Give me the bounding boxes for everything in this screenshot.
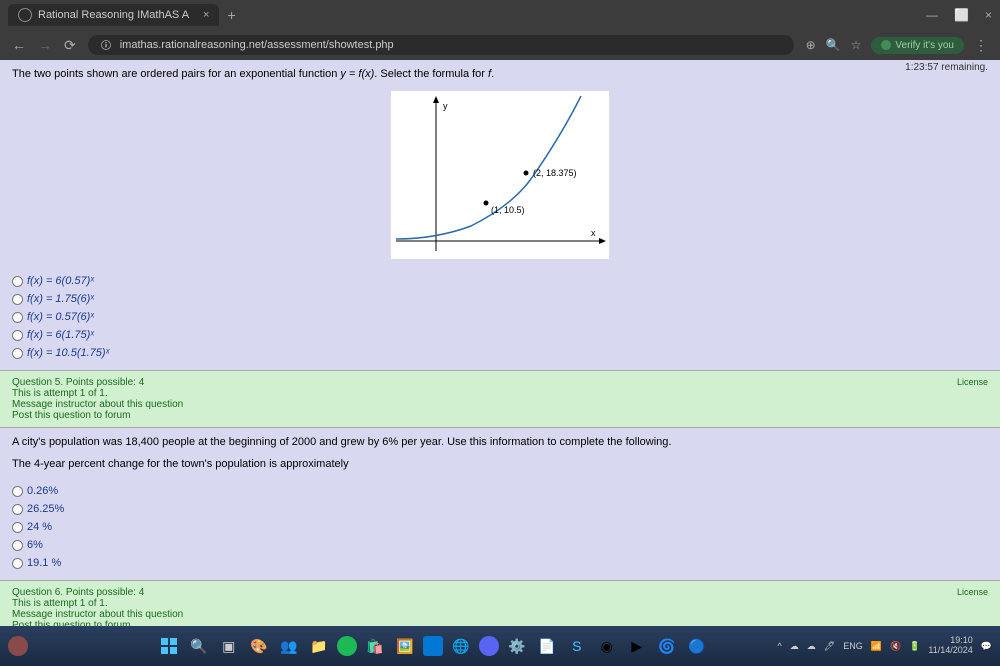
zoom-icon[interactable]: 🔍 [826, 38, 841, 52]
forward-button[interactable]: → [38, 37, 52, 53]
browser-menu-button[interactable]: ⋮ [974, 37, 988, 54]
window-close-button[interactable]: × [985, 8, 992, 22]
teams-icon[interactable]: 👥 [277, 634, 301, 658]
x-axis-label: x [591, 228, 596, 238]
q5-radio-5[interactable] [12, 558, 23, 569]
q4-radio-3[interactable] [12, 312, 23, 323]
q5-option-1[interactable]: 0.26% [12, 482, 988, 500]
app-icon-1[interactable] [423, 636, 443, 656]
q4-option-4[interactable]: f(x) = 6(1.75)ˣ [12, 326, 988, 344]
copilot-icon[interactable]: 🎨 [247, 634, 271, 658]
question-5-meta: License Question 5. Points possible: 4 T… [0, 370, 1000, 428]
q4-option-1[interactable]: f(x) = 6(0.57)ˣ [12, 272, 988, 290]
q4-option-3[interactable]: f(x) = 0.57(6)ˣ [12, 308, 988, 326]
notifications-icon[interactable]: 💬 [981, 641, 992, 652]
q5-attempt: This is attempt 1 of 1. [12, 388, 988, 399]
browser-tab[interactable]: Rational Reasoning IMathAS A × [8, 4, 219, 26]
app-icon-3[interactable]: S [565, 634, 589, 658]
question-5-options: 0.26% 26.25% 24 % 6% 19.1 % [12, 482, 988, 572]
chrome-icon[interactable]: 🌐 [449, 634, 473, 658]
edge-icon[interactable]: 🌀 [655, 634, 679, 658]
volume-icon[interactable]: 🔇 [890, 641, 901, 652]
exponential-graph: y x (2, 18.375) (1, 10.5) [390, 90, 610, 260]
app-icon-2[interactable]: 📄 [535, 634, 559, 658]
site-info-icon [100, 39, 112, 51]
verify-label: Verify it's you [895, 40, 954, 51]
q4-option-5[interactable]: f(x) = 10.5(1.75)ˣ [12, 344, 988, 362]
q5-radio-1[interactable] [12, 486, 23, 497]
verify-button[interactable]: Verify it's you [871, 37, 964, 54]
geforce-icon[interactable]: ▶ [625, 634, 649, 658]
explorer-icon[interactable]: 📁 [307, 634, 331, 658]
tab-favicon [18, 8, 32, 22]
new-tab-button[interactable]: + [227, 7, 235, 23]
tray-cloud-icon[interactable]: ☁ [807, 641, 816, 652]
q5-radio-4[interactable] [12, 540, 23, 551]
tab-close-button[interactable]: × [203, 9, 209, 21]
y-axis-label: y [443, 101, 448, 111]
battery-icon[interactable]: 🔋 [909, 641, 920, 652]
date-display: 11/14/2024 [928, 646, 972, 656]
start-indicator[interactable] [8, 636, 28, 656]
steam-icon[interactable]: ◉ [595, 634, 619, 658]
tab-title: Rational Reasoning IMathAS A [38, 9, 189, 21]
discord-icon[interactable] [479, 636, 499, 656]
q6-attempt: This is attempt 1 of 1. [12, 598, 988, 609]
windows-taskbar[interactable]: 🔍 ▣ 🎨 👥 📁 🛍️ 🖼️ 🌐 ⚙️ 📄 S ◉ ▶ 🌀 🔵 ^ ☁ ☁ 🖊… [0, 626, 1000, 666]
photos-icon[interactable]: 🖼️ [393, 634, 417, 658]
q4-radio-5[interactable] [12, 348, 23, 359]
reload-button[interactable]: ⟳ [64, 37, 76, 54]
timer-display: 1:23:57 remaining. [905, 62, 988, 73]
page-content: 1:23:57 remaining. The two points shown … [0, 60, 1000, 626]
question-4-text: The two points shown are ordered pairs f… [12, 68, 988, 80]
tray-app-icon[interactable]: 🖊 [824, 641, 835, 652]
license-link-6[interactable]: License [957, 587, 988, 597]
q5-post-forum-link[interactable]: Post this question to forum [12, 410, 988, 421]
q6-title: Question 6. Points possible: 4 [12, 587, 988, 598]
question-5-text2: The 4-year percent change for the town's… [12, 458, 988, 470]
question-5-body: A city's population was 18,400 people at… [0, 428, 1000, 580]
license-link-5[interactable]: License [957, 377, 988, 387]
clock[interactable]: 19:10 11/14/2024 [928, 636, 972, 656]
back-button[interactable]: ← [12, 37, 26, 53]
wifi-icon[interactable]: 📶 [871, 641, 882, 652]
search-taskbar-icon[interactable]: 🔍 [187, 634, 211, 658]
verify-dot-icon [881, 40, 891, 50]
q5-radio-3[interactable] [12, 522, 23, 533]
question-6-meta: License Question 6. Points possible: 4 T… [0, 580, 1000, 626]
maximize-button[interactable]: ⬜ [954, 8, 969, 22]
q5-radio-2[interactable] [12, 504, 23, 515]
q5-message-instructor-link[interactable]: Message instructor about this question [12, 399, 988, 410]
url-text: imathas.rationalreasoning.net/assessment… [120, 39, 394, 51]
q5-option-4[interactable]: 6% [12, 536, 988, 554]
question-4-options: f(x) = 6(0.57)ˣ f(x) = 1.75(6)ˣ f(x) = 0… [12, 272, 988, 362]
graph-point-1: (2, 18.375) [533, 168, 577, 178]
q5-title: Question 5. Points possible: 4 [12, 377, 988, 388]
minimize-button[interactable]: — [926, 8, 938, 22]
q5-option-3[interactable]: 24 % [12, 518, 988, 536]
chrome-active-icon[interactable]: 🔵 [685, 634, 709, 658]
q5-option-5[interactable]: 19.1 % [12, 554, 988, 572]
spotify-icon[interactable] [337, 636, 357, 656]
language-indicator[interactable]: ENG [843, 641, 863, 651]
q4-radio-2[interactable] [12, 294, 23, 305]
system-tray[interactable]: ^ ☁ ☁ 🖊 ENG 📶 🔇 🔋 19:10 11/14/2024 💬 [778, 636, 992, 656]
tray-chevron-icon[interactable]: ^ [778, 641, 782, 651]
store-icon[interactable]: 🛍️ [363, 634, 387, 658]
q5-option-2[interactable]: 26.25% [12, 500, 988, 518]
q6-message-instructor-link[interactable]: Message instructor about this question [12, 609, 988, 620]
question-4-body: The two points shown are ordered pairs f… [0, 60, 1000, 370]
bookmark-icon[interactable]: ☆ [851, 38, 862, 52]
task-view-icon[interactable]: ▣ [217, 634, 241, 658]
q4-option-2[interactable]: f(x) = 1.75(6)ˣ [12, 290, 988, 308]
start-button[interactable] [157, 634, 181, 658]
q4-radio-1[interactable] [12, 276, 23, 287]
tray-onedrive-icon[interactable]: ☁ [790, 641, 799, 652]
q4-radio-4[interactable] [12, 330, 23, 341]
graph-point-2: (1, 10.5) [491, 205, 525, 215]
question-5-text1: A city's population was 18,400 people at… [12, 436, 988, 448]
settings-icon[interactable]: ⚙️ [505, 634, 529, 658]
translate-icon[interactable]: ⊕ [806, 38, 816, 52]
address-bar[interactable]: imathas.rationalreasoning.net/assessment… [88, 35, 794, 55]
